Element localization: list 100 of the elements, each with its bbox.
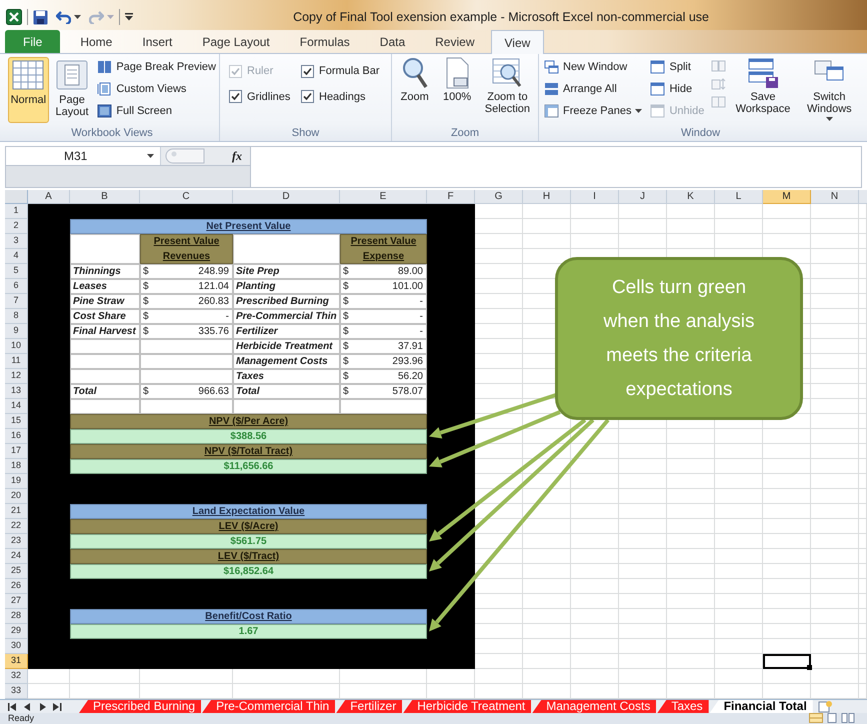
- ribbon-tab[interactable]: Insert: [128, 31, 186, 53]
- zoom-button[interactable]: Zoom to Selection: [480, 57, 535, 123]
- row-header[interactable]: 21: [5, 504, 28, 519]
- amount: -: [226, 310, 230, 324]
- column-header[interactable]: L: [715, 190, 763, 204]
- ribbon-tab[interactable]: Home: [66, 31, 126, 53]
- row-header[interactable]: 15: [5, 414, 28, 429]
- row-header[interactable]: 20: [5, 489, 28, 504]
- column-header[interactable]: G: [475, 190, 523, 204]
- column-header[interactable]: M: [763, 190, 811, 204]
- row-header[interactable]: 18: [5, 459, 28, 474]
- row-header[interactable]: 33: [5, 684, 28, 699]
- view-option[interactable]: Custom Views: [97, 79, 216, 99]
- column-header[interactable]: J: [619, 190, 667, 204]
- row-header[interactable]: 6: [5, 279, 28, 294]
- row-label: Site Prep: [233, 264, 340, 279]
- checkbox[interactable]: Formula Bar: [301, 63, 391, 80]
- row-header[interactable]: 16: [5, 429, 28, 444]
- sheet-tab[interactable]: Prescribed Burning: [79, 700, 202, 713]
- column-header[interactable]: B: [70, 190, 140, 204]
- select-all-corner[interactable]: [5, 190, 28, 204]
- row-header[interactable]: 5: [5, 264, 28, 279]
- window-button[interactable]: Save Workspace: [733, 57, 793, 123]
- row-header[interactable]: 13: [5, 384, 28, 399]
- row-header[interactable]: 29: [5, 624, 28, 639]
- zoom-button[interactable]: Zoom: [395, 57, 434, 123]
- status-text: Ready: [8, 713, 34, 724]
- row-header[interactable]: 26: [5, 579, 28, 594]
- ribbon-tab[interactable]: Formulas: [286, 31, 364, 53]
- row-header[interactable]: 4: [5, 249, 28, 264]
- row-label: Leases: [70, 279, 140, 294]
- view-option[interactable]: Page Break Preview: [97, 57, 216, 77]
- column-header[interactable]: I: [571, 190, 619, 204]
- window-icon: [650, 82, 666, 96]
- window-command[interactable]: Split: [650, 57, 704, 77]
- formula-input[interactable]: [250, 146, 862, 188]
- table-cell: [70, 354, 140, 369]
- row-header[interactable]: 32: [5, 669, 28, 684]
- column-header[interactable]: [859, 190, 867, 204]
- row-header[interactable]: 28: [5, 609, 28, 624]
- checkbox[interactable]: Gridlines: [229, 88, 301, 105]
- row-header[interactable]: 11: [5, 354, 28, 369]
- column-header[interactable]: D: [233, 190, 340, 204]
- windows-icon: [544, 60, 559, 74]
- row-header[interactable]: 7: [5, 294, 28, 309]
- ribbon-tab[interactable]: File: [5, 30, 60, 53]
- group-label: Window: [680, 126, 720, 141]
- sheet-tab[interactable]: Management Costs: [532, 700, 656, 713]
- row-header[interactable]: 30: [5, 639, 28, 654]
- sheet-tab[interactable]: Pre-Commercial Thin: [202, 700, 336, 713]
- row-header[interactable]: 23: [5, 534, 28, 549]
- amount: 89.00: [398, 265, 424, 279]
- row-header[interactable]: 22: [5, 519, 28, 534]
- zoom-button[interactable]: 100%: [437, 57, 477, 123]
- row-header[interactable]: 27: [5, 594, 28, 609]
- view-button[interactable]: Normal: [8, 57, 49, 123]
- row-header[interactable]: 3: [5, 234, 28, 249]
- row-header[interactable]: 2: [5, 219, 28, 234]
- ribbon-tab[interactable]: View: [490, 30, 544, 54]
- row-header[interactable]: 24: [5, 549, 28, 564]
- sheet-tab[interactable]: Taxes: [657, 700, 709, 713]
- row-header[interactable]: 17: [5, 444, 28, 459]
- column-header[interactable]: N: [811, 190, 859, 204]
- row-header[interactable]: 9: [5, 324, 28, 339]
- view-button[interactable]: Page Layout: [52, 57, 92, 123]
- row-header[interactable]: 12: [5, 369, 28, 384]
- ribbon-tab[interactable]: Data: [366, 31, 420, 53]
- sheet-tab[interactable]: Financial Total: [710, 700, 813, 713]
- column-header[interactable]: A: [28, 190, 70, 204]
- column-header[interactable]: K: [667, 190, 715, 204]
- sheet-tab[interactable]: Fertilizer: [336, 700, 402, 713]
- row-header[interactable]: 25: [5, 564, 28, 579]
- amount: -: [420, 325, 424, 339]
- row-header[interactable]: 31: [5, 654, 28, 669]
- row-header[interactable]: 8: [5, 309, 28, 324]
- checkbox[interactable]: Headings: [301, 88, 391, 105]
- window-icon: [650, 104, 666, 118]
- name-box[interactable]: M31: [6, 147, 161, 165]
- metric-label: NPV ($/Per Acre): [70, 414, 427, 429]
- column-header[interactable]: C: [140, 190, 233, 204]
- row-header[interactable]: 10: [5, 339, 28, 354]
- insert-function-button[interactable]: fx: [232, 147, 242, 165]
- ribbon-tab[interactable]: Page Layout: [188, 31, 284, 53]
- row-label: Fertilizer: [233, 324, 340, 339]
- window-command[interactable]: New Window: [544, 57, 642, 77]
- column-header[interactable]: H: [523, 190, 571, 204]
- row-header[interactable]: 1: [5, 204, 28, 219]
- row-header[interactable]: 19: [5, 474, 28, 489]
- view-option[interactable]: Full Screen: [97, 101, 216, 121]
- first-sheet-icon: [8, 702, 17, 710]
- column-header[interactable]: E: [340, 190, 427, 204]
- column-header[interactable]: F: [427, 190, 475, 204]
- window-button[interactable]: Switch Windows: [800, 57, 859, 123]
- window-command[interactable]: Freeze Panes: [544, 101, 642, 121]
- window-command[interactable]: Arrange All: [544, 79, 642, 99]
- window-command[interactable]: Hide: [650, 79, 704, 99]
- ribbon-tab[interactable]: Review: [421, 31, 488, 53]
- metric-value: $561.75: [70, 534, 427, 549]
- sheet-tab[interactable]: Herbicide Treatment: [403, 700, 532, 713]
- row-header[interactable]: 14: [5, 399, 28, 414]
